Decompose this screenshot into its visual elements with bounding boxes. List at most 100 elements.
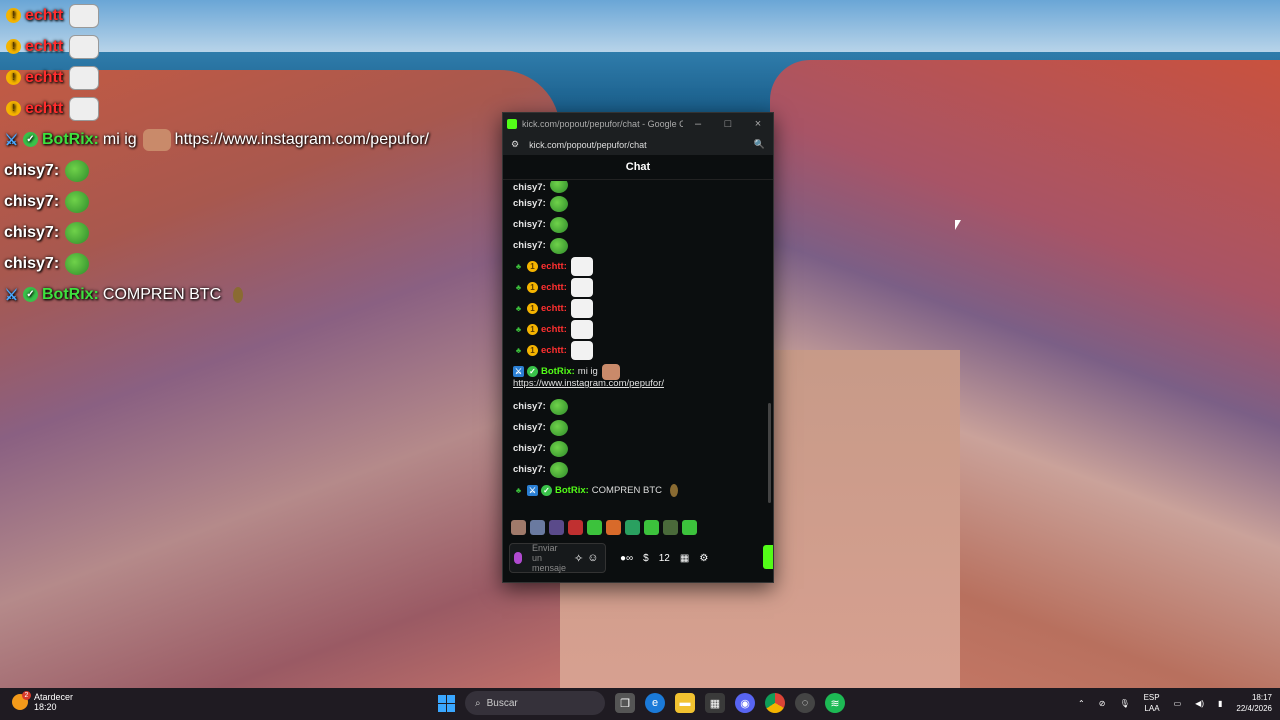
settings-gear-icon[interactable]: ⚙: [699, 553, 708, 564]
chat-username[interactable]: chisy7:: [513, 240, 546, 251]
kick-logo-icon: [507, 118, 517, 129]
emote-fire-icon[interactable]: [606, 519, 621, 535]
store-icon[interactable]: ▦: [680, 553, 689, 564]
overlay-username: chisy7:: [4, 161, 60, 179]
language-indicator[interactable]: ESP LAA: [1144, 692, 1160, 714]
users-icon[interactable]: ●∞: [620, 553, 633, 564]
edge-icon[interactable]: e: [645, 693, 665, 713]
address-bar[interactable]: ⚙ kick.com/popout/pepufor/chat 🔍: [503, 134, 773, 155]
search-icon: ⌕: [475, 697, 481, 709]
taskbar-apps: ⌕ Buscar ❐ e ▬ ▦ ◉ ◌ ≋: [438, 691, 845, 715]
task-view-icon[interactable]: ❐: [615, 693, 635, 713]
emote-pepe-icon[interactable]: [587, 519, 602, 535]
chat-username[interactable]: echtt:: [541, 282, 567, 293]
chat-message: chisy7:: [513, 181, 775, 193]
pepe-emote-icon: [549, 419, 568, 436]
gold-badge-icon: !: [6, 70, 21, 85]
chrome-icon[interactable]: [765, 693, 785, 713]
overlay-row-echtt: ! echtt: [6, 93, 460, 124]
chat-username[interactable]: chisy7:: [513, 464, 546, 475]
file-explorer-icon[interactable]: ▬: [675, 693, 695, 713]
battery-icon[interactable]: ▮: [1218, 699, 1222, 708]
display-icon[interactable]: ▭: [1174, 699, 1182, 708]
overlay-row-chisy: chisy7:: [4, 155, 460, 186]
chat-header: Chat: [503, 155, 773, 180]
overlay-row-chisy: chisy7:: [4, 186, 460, 217]
overlay-username: echtt: [25, 6, 64, 24]
overlay-username: BotRix:: [42, 130, 99, 148]
url-text[interactable]: kick.com/popout/pepufor/chat: [529, 140, 754, 150]
emote-box-icon[interactable]: [568, 519, 583, 535]
pepe-emote-icon: [549, 195, 568, 212]
overlay-row-echtt: ! echtt: [6, 62, 460, 93]
search-box[interactable]: ⌕ Buscar: [465, 691, 605, 715]
verified-badge-icon: ✓: [23, 287, 38, 302]
weather-badge: 2: [22, 691, 31, 700]
kicks-icon[interactable]: $: [643, 553, 649, 564]
chat-username[interactable]: chisy7:: [513, 422, 546, 433]
chat-input[interactable]: Enviar un mensaje ✧ ☺: [509, 543, 606, 573]
chat-popout-window[interactable]: kick.com/popout/pepufor/chat - Google Ch…: [502, 112, 774, 583]
chat-username[interactable]: chisy7:: [513, 198, 546, 209]
chat-messages[interactable]: chisy7: chisy7: chisy7: chisy7: ♣ 1 echtt:…: [503, 181, 775, 521]
emote-face-icon[interactable]: [511, 519, 526, 535]
mic-icon[interactable]: [514, 552, 522, 564]
spotify-icon[interactable]: ≋: [825, 693, 845, 713]
chat-message: ♣ 1 echtt:: [513, 319, 775, 340]
sketch-emote-icon: [69, 65, 100, 90]
network-off-icon[interactable]: ⊘: [1099, 699, 1106, 708]
overlay-row-chisy: chisy7:: [4, 217, 460, 248]
chat-username[interactable]: BotRix:: [555, 485, 589, 496]
search-placeholder: Buscar: [486, 697, 518, 709]
gold-badge-icon: 1: [527, 261, 538, 272]
bean-emote-icon: [669, 484, 678, 497]
clock[interactable]: 18:17 22/4/2026: [1236, 692, 1272, 714]
overlay-message: mi ig: [102, 130, 137, 148]
send-button[interactable]: [763, 545, 773, 569]
emote-scene-icon[interactable]: [663, 519, 678, 535]
emote-pepe-icon[interactable]: [682, 519, 697, 535]
pepe-emote-icon: [65, 252, 90, 275]
chat-controls: ●∞ $ 12 ▦ ⚙: [620, 553, 708, 564]
emoji-icon[interactable]: ☺: [587, 552, 598, 564]
chat-scrollbar[interactable]: [768, 403, 771, 503]
start-button[interactable]: [438, 694, 455, 712]
close-button[interactable]: ×: [743, 118, 773, 130]
volume-icon[interactable]: ◀): [1195, 699, 1204, 708]
chat-username[interactable]: chisy7:: [513, 182, 546, 193]
site-settings-icon[interactable]: ⚙: [511, 139, 519, 150]
overlay-link: https://www.instagram.com/pepufor/: [174, 130, 429, 148]
chat-username[interactable]: BotRix:: [541, 366, 575, 377]
chat-message: ♣ 1 echtt:: [513, 340, 775, 361]
sparkle-icon[interactable]: ✧: [574, 552, 583, 565]
chat-text: COMPREN BTC: [591, 485, 662, 496]
store-app-icon[interactable]: ▦: [705, 693, 725, 713]
chat-username[interactable]: echtt:: [541, 345, 567, 356]
emote-sign-icon[interactable]: [549, 519, 564, 535]
chrome-profile-icon[interactable]: ◌: [795, 693, 815, 713]
emote-recycle-icon[interactable]: [625, 519, 640, 535]
emote-face-icon[interactable]: [530, 519, 545, 535]
emote-pepe-icon[interactable]: [644, 519, 659, 535]
sketch-emote-icon: [570, 320, 593, 339]
minimize-button[interactable]: –: [683, 118, 713, 130]
weather-label: Atardecer: [34, 692, 74, 702]
chat-overlay: ! echtt ! echtt ! echtt ! echtt ⚔ ✓ BotR…: [0, 0, 460, 310]
chat-username[interactable]: echtt:: [541, 324, 567, 335]
leaf-badge-icon: ♣: [515, 486, 522, 495]
window-titlebar[interactable]: kick.com/popout/pepufor/chat - Google Ch…: [503, 113, 773, 134]
chat-username[interactable]: chisy7:: [513, 219, 546, 230]
mic-tray-icon[interactable]: 🎙: [1119, 699, 1129, 708]
chat-username[interactable]: chisy7:: [513, 401, 546, 412]
maximize-button[interactable]: □: [713, 118, 743, 130]
pepe-emote-icon: [549, 237, 568, 254]
zoom-icon[interactable]: 🔍: [754, 139, 765, 150]
weather-widget[interactable]: 2 Atardecer 18:20: [12, 691, 74, 712]
tray-chevron-icon[interactable]: ⌃: [1078, 699, 1085, 708]
discord-icon[interactable]: ◉: [735, 693, 755, 713]
chat-username[interactable]: echtt:: [541, 303, 567, 314]
recent-emotes-bar[interactable]: [511, 516, 697, 538]
instagram-link[interactable]: https://www.instagram.com/pepufor/: [513, 378, 775, 392]
chat-username[interactable]: chisy7:: [513, 443, 546, 454]
chat-username[interactable]: echtt:: [541, 261, 567, 272]
